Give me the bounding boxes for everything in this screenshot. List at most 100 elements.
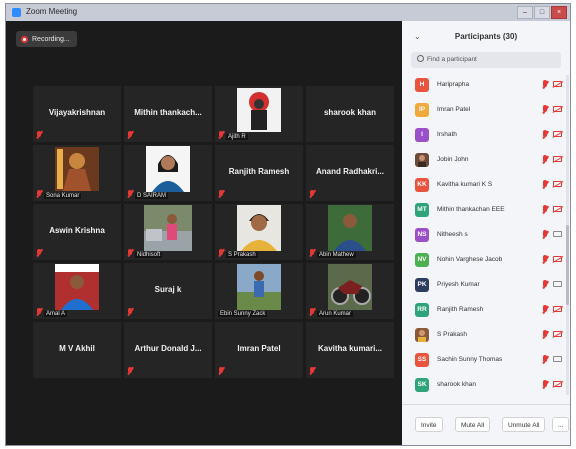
muted-mic-icon xyxy=(36,308,42,316)
video-tile[interactable]: Arthur Donald J... xyxy=(124,322,212,378)
participant-name: Ranjith Ramesh xyxy=(437,306,484,313)
video-tile[interactable]: Ranjith Ramesh xyxy=(215,145,303,201)
video-camera-icon[interactable] xyxy=(553,231,562,237)
muted-mic-icon xyxy=(127,190,133,198)
tile-label: D SAIRAM xyxy=(135,193,169,199)
video-tile[interactable]: Kavitha kumari... xyxy=(306,322,394,378)
avatar: IP xyxy=(415,103,429,117)
participant-row[interactable]: RR Ranjith Ramesh xyxy=(402,300,570,325)
recording-indicator[interactable]: Recording... xyxy=(16,31,77,47)
video-tile[interactable]: Suraj k xyxy=(124,263,212,319)
participant-row[interactable]: KK Kavitha kumari K S xyxy=(402,175,570,200)
video-off-icon[interactable] xyxy=(553,181,562,187)
video-tile[interactable]: S Prakash xyxy=(215,204,303,260)
muted-mic-icon[interactable] xyxy=(542,155,548,164)
maximize-button[interactable]: □ xyxy=(534,6,550,19)
video-camera-icon[interactable] xyxy=(553,281,562,287)
tile-name: Imran Patel xyxy=(237,344,281,353)
participant-search-input[interactable]: Find a participant xyxy=(411,52,561,68)
video-off-icon[interactable] xyxy=(553,381,562,387)
video-tile[interactable]: Vijayakrishnan xyxy=(33,86,121,142)
video-tile[interactable]: Sona Kumar xyxy=(33,145,121,201)
muted-mic-icon[interactable] xyxy=(542,105,548,114)
video-tile[interactable]: sharook khan xyxy=(306,86,394,142)
video-off-icon[interactable] xyxy=(553,156,562,162)
title-bar: Zoom Meeting – □ × xyxy=(6,4,570,22)
muted-mic-icon[interactable] xyxy=(542,205,548,214)
muted-mic-icon xyxy=(218,249,224,257)
video-tile[interactable]: Amal A xyxy=(33,263,121,319)
video-tile[interactable]: Nidhisoft xyxy=(124,204,212,260)
muted-mic-icon[interactable] xyxy=(542,230,548,239)
unmute-all-button[interactable]: Unmute All xyxy=(502,417,546,432)
video-tile[interactable]: Aswin Krishna xyxy=(33,204,121,260)
video-tile[interactable]: Arun Kumar xyxy=(306,263,394,319)
video-off-icon[interactable] xyxy=(553,106,562,112)
profile-picture xyxy=(144,205,192,251)
muted-mic-icon[interactable] xyxy=(542,355,548,364)
video-tile[interactable]: M V Akhil xyxy=(33,322,121,378)
muted-mic-icon[interactable] xyxy=(542,255,548,264)
muted-mic-icon[interactable] xyxy=(542,280,548,289)
tile-name: Mithin thankach... xyxy=(134,108,202,117)
muted-mic-icon xyxy=(127,367,133,375)
video-tile[interactable]: Abin Mathew xyxy=(306,204,394,260)
video-off-icon[interactable] xyxy=(553,206,562,212)
profile-picture xyxy=(146,146,190,192)
search-placeholder: Find a participant xyxy=(427,56,477,63)
participant-row[interactable]: I Irshath xyxy=(402,125,570,150)
video-tile[interactable]: Anand Radhakri... xyxy=(306,145,394,201)
video-tile[interactable]: D SAIRAM xyxy=(124,145,212,201)
participant-name: Hariprapha xyxy=(437,81,470,88)
avatar-photo xyxy=(415,153,429,167)
participant-row[interactable]: MT Mithin thankachan EEE xyxy=(402,200,570,225)
profile-picture xyxy=(55,147,99,191)
video-tile[interactable]: Imran Patel xyxy=(215,322,303,378)
muted-mic-icon[interactable] xyxy=(542,380,548,389)
muted-mic-icon[interactable] xyxy=(542,80,548,89)
muted-mic-icon[interactable] xyxy=(542,305,548,314)
video-off-icon[interactable] xyxy=(553,256,562,262)
participant-name: Imran Patel xyxy=(437,106,471,113)
participant-row[interactable]: PK Priyesh Kumar xyxy=(402,275,570,300)
muted-mic-icon xyxy=(218,367,224,375)
muted-mic-icon xyxy=(309,249,315,257)
participant-row[interactable]: SK sharook khan xyxy=(402,375,570,400)
window-controls: – □ × xyxy=(517,6,567,19)
participant-row[interactable]: IP Imran Patel xyxy=(402,100,570,125)
muted-mic-icon[interactable] xyxy=(542,130,548,139)
video-tile[interactable]: Mithin thankach... xyxy=(124,86,212,142)
video-off-icon[interactable] xyxy=(553,331,562,337)
video-off-icon[interactable] xyxy=(553,131,562,137)
muted-mic-icon xyxy=(218,131,224,139)
participant-list-scrollbar[interactable] xyxy=(566,75,569,395)
muted-mic-icon[interactable] xyxy=(542,330,548,339)
participant-row[interactable]: S Prakash xyxy=(402,325,570,350)
zoom-app-icon xyxy=(12,8,21,17)
muted-mic-icon xyxy=(309,190,315,198)
avatar: SS xyxy=(415,353,429,367)
participant-row[interactable]: NV Nohin Varghese Jacob xyxy=(402,250,570,275)
tile-name: Vijayakrishnan xyxy=(48,108,106,117)
profile-picture xyxy=(237,205,281,251)
video-off-icon[interactable] xyxy=(553,81,562,87)
participant-row[interactable]: SS Sachin Sunny Thomas xyxy=(402,350,570,375)
close-button[interactable]: × xyxy=(551,6,567,19)
more-options-button[interactable]: ... xyxy=(552,417,570,432)
participant-name: Mithin thankachan EEE xyxy=(437,206,505,213)
participant-row[interactable]: NS Nitheesh s xyxy=(402,225,570,250)
tile-label: Abin Mathew xyxy=(317,252,356,258)
avatar: MT xyxy=(415,203,429,217)
video-tile[interactable]: Ebin Sunny Zack xyxy=(215,263,303,319)
mute-all-button[interactable]: Mute All xyxy=(455,417,491,432)
invite-button[interactable]: Invite xyxy=(415,417,443,432)
minimize-button[interactable]: – xyxy=(517,6,533,19)
video-off-icon[interactable] xyxy=(553,306,562,312)
zoom-window: Zoom Meeting – □ × Recording... Vijayakr… xyxy=(5,3,571,446)
video-camera-icon[interactable] xyxy=(553,356,562,362)
participant-row[interactable]: Jobin John xyxy=(402,150,570,175)
video-tile[interactable]: Ajith R xyxy=(215,86,303,142)
participant-row[interactable]: H Hariprapha xyxy=(402,75,570,100)
muted-mic-icon[interactable] xyxy=(542,180,548,189)
tile-label: Ajith R xyxy=(226,134,248,140)
